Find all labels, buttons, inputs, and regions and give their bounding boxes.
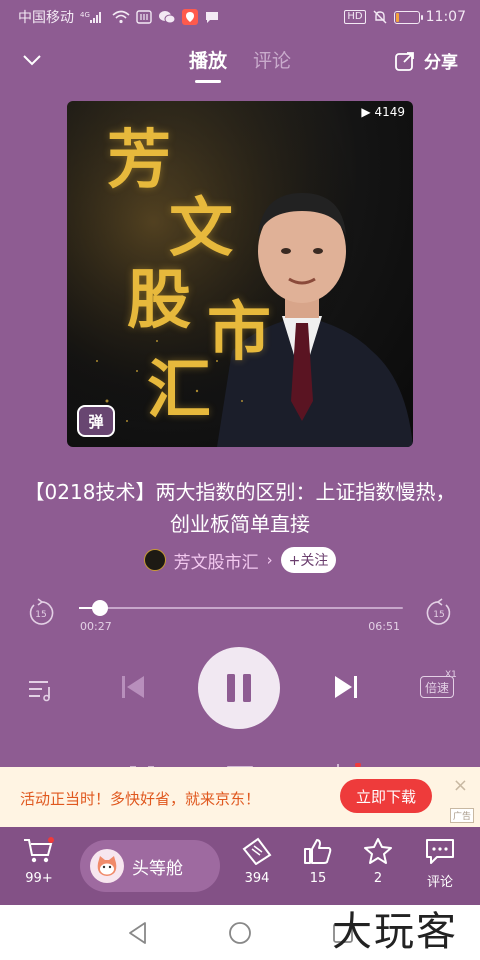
next-button[interactable] <box>331 672 361 702</box>
first-class-label: 头等舱 <box>132 858 183 879</box>
cover-char: 市 <box>207 295 271 370</box>
cover-char: 股 <box>127 263 191 338</box>
ticket-icon <box>242 837 272 865</box>
progress-slider[interactable] <box>79 600 403 616</box>
battery-icon <box>393 10 423 24</box>
cover-title-art: 芳 文 股 市 汇 <box>107 129 297 429</box>
playlist-button[interactable] <box>26 674 56 704</box>
home-circle-icon[interactable] <box>227 920 253 946</box>
share-icon <box>395 51 414 71</box>
next-icon <box>335 676 357 698</box>
play-count: ▶ 4149 <box>361 105 405 119</box>
bottom-action-bar: 99+ 头等舱 394 15 2 评论 <box>0 827 480 905</box>
speed-value: X1 <box>445 670 457 680</box>
cover-char: 文 <box>169 191 233 266</box>
cart-icon <box>24 837 54 863</box>
star-icon <box>364 838 392 864</box>
ad-tag: 广告 <box>449 808 474 823</box>
previous-icon <box>122 676 144 698</box>
forward-seconds: 15 <box>433 610 444 620</box>
ad-download-button[interactable]: 立即下载 <box>340 779 432 813</box>
total-time: 06:51 <box>368 620 400 633</box>
share-label: 分享 <box>424 53 458 73</box>
star-count: 2 <box>373 871 383 886</box>
nfc-icon <box>136 10 152 24</box>
favorite-button[interactable]: 2 <box>362 837 394 886</box>
current-time: 00:27 <box>80 620 112 633</box>
clock: 11:07 <box>425 9 466 25</box>
carrier-label: 中国移动 <box>18 10 74 26</box>
danmaku-label: 弹 <box>88 412 104 431</box>
tab-comments[interactable]: 评论 <box>253 46 291 83</box>
author-name-link[interactable]: 芳文股市汇 <box>174 548 259 573</box>
cover-char: 汇 <box>147 353 211 428</box>
player-header: 播放 评论 分享 <box>0 40 480 84</box>
signal-icon: 4G <box>80 10 106 24</box>
comment-icon <box>426 839 454 864</box>
first-class-button[interactable]: 头等舱 <box>80 840 220 892</box>
wifi-icon <box>112 10 130 24</box>
watermark-logo: 大玩客 <box>332 909 458 955</box>
status-bar: 中国移动 4G HD 11:07 <box>0 0 480 34</box>
app-badge-icon <box>182 9 198 25</box>
author-avatar[interactable] <box>143 549 166 571</box>
progress-knob[interactable] <box>92 600 109 616</box>
network-label: 4G <box>80 11 90 19</box>
episode-title: 【0218技术】两大指数的区别：上证指数慢热，创业板简单直接 <box>24 480 456 536</box>
status-right: HD 11:07 <box>344 9 466 25</box>
thumbs-up-icon <box>304 839 332 864</box>
like-button[interactable]: 15 <box>302 837 334 886</box>
share-button[interactable]: 分享 <box>394 48 458 73</box>
rewind-seconds: 15 <box>35 610 46 620</box>
mute-icon <box>372 10 388 24</box>
like-count: 15 <box>309 871 327 886</box>
rewind-icon: 15 <box>29 598 54 625</box>
previous-button[interactable] <box>118 672 148 702</box>
ticket-count: 394 <box>244 871 270 886</box>
album-cover[interactable]: 芳 文 股 市 汇 ▶ 4149 弹 <box>67 101 413 447</box>
hd-label: HD <box>344 10 366 24</box>
ad-close-icon[interactable]: × <box>453 775 468 796</box>
progress-section: 15 00:27 06:51 15 <box>0 596 480 636</box>
pause-icon <box>227 674 251 702</box>
back-triangle-icon[interactable] <box>125 920 151 946</box>
rewind-15-button[interactable]: 15 <box>26 598 56 628</box>
playlist-icon <box>29 681 50 702</box>
speed-label: 倍速 <box>424 680 449 695</box>
danmaku-toggle-button[interactable]: 弹 <box>77 405 115 437</box>
chevron-right-icon: › <box>266 551 273 569</box>
author-row: 芳文股市汇 › +关注 <box>0 547 480 573</box>
tab-play[interactable]: 播放 <box>189 46 227 83</box>
wechat-icon <box>158 10 176 24</box>
comment-label: 评论 <box>426 875 453 890</box>
status-left: 中国移动 4G <box>18 7 220 27</box>
cat-mascot-icon <box>90 849 124 883</box>
ticket-button[interactable]: 394 <box>240 837 274 886</box>
cart-button[interactable]: 99+ <box>22 837 56 886</box>
comment-button[interactable]: 评论 <box>424 837 456 890</box>
forward-icon: 15 <box>426 598 451 625</box>
chat-icon <box>204 10 220 24</box>
follow-button[interactable]: +关注 <box>280 547 337 573</box>
forward-15-button[interactable]: 15 <box>424 598 454 628</box>
cart-count: 99+ <box>25 871 53 886</box>
cover-char: 芳 <box>107 123 171 198</box>
playback-controls: 倍速 <box>0 646 480 730</box>
ad-text: 活动正当时！多快好省，就来京东！ <box>20 790 261 808</box>
ad-banner[interactable]: 活动正当时！多快好省，就来京东！ 立即下载 × 广告 <box>0 767 480 827</box>
pause-button[interactable] <box>198 647 280 729</box>
